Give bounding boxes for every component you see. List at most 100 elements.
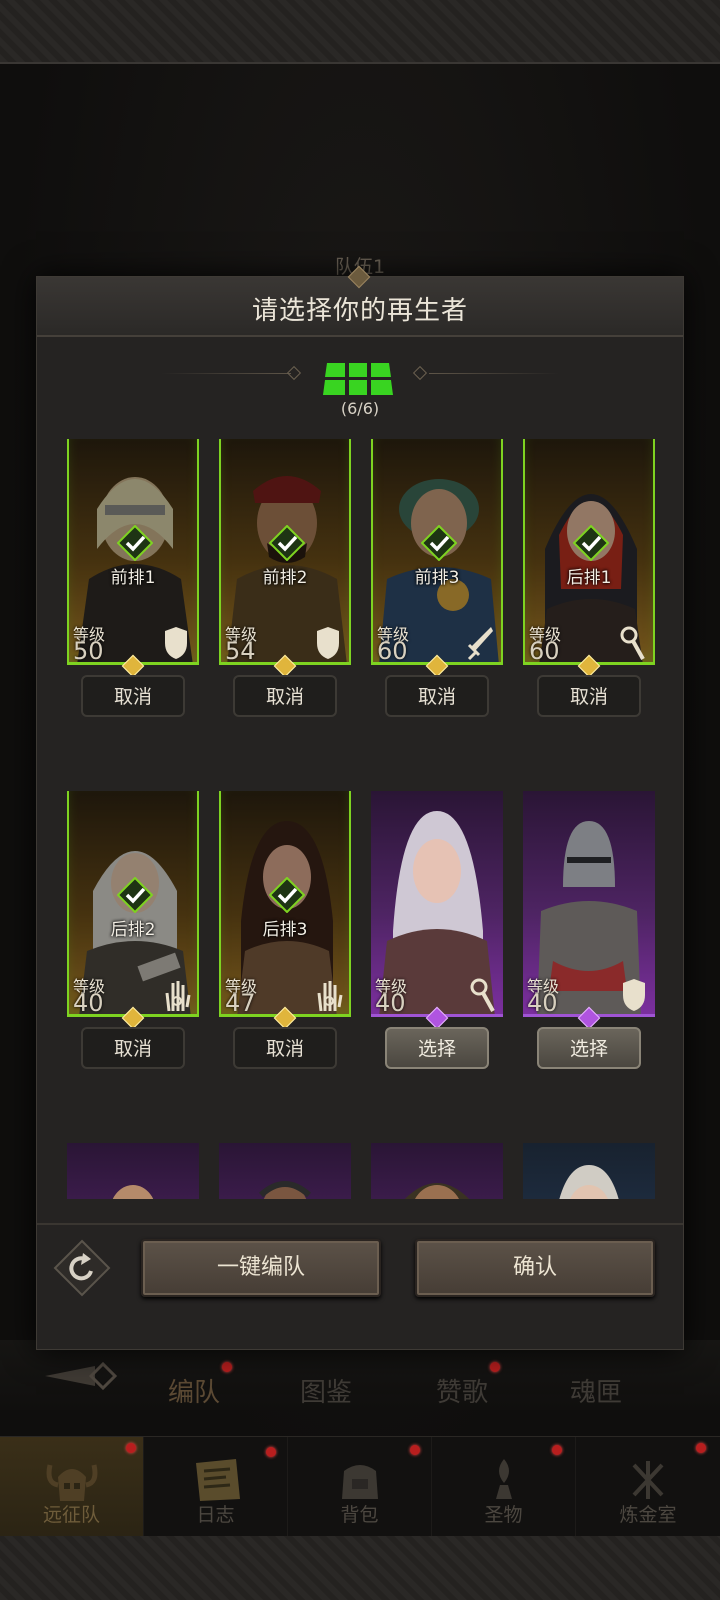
alchemy-icon <box>632 1461 664 1499</box>
level-value: 60 <box>377 637 408 665</box>
level-value: 40 <box>527 989 558 1017</box>
hero-card[interactable]: 前排2 等级 54 <box>219 439 351 678</box>
hero-portrait <box>523 1143 655 1199</box>
position-label: 前排3 <box>414 568 460 588</box>
cancel-button[interactable]: 取消 <box>537 675 641 717</box>
position-label: 后排2 <box>110 920 156 940</box>
confirm-button[interactable]: 确认 <box>415 1239 655 1297</box>
hero-portrait: 等级 40 <box>371 791 503 1017</box>
hero-card[interactable]: 等级 40 <box>371 791 503 1030</box>
hero-card[interactable]: 后排2 等级 40 <box>67 791 199 1030</box>
shield-icon <box>165 627 187 659</box>
backpack-icon <box>341 1465 378 1499</box>
hero-portrait <box>371 1143 503 1199</box>
position-label: 后排3 <box>262 920 308 940</box>
hero-card[interactable] <box>219 1143 351 1199</box>
modal-title: 请选择你的再生者 <box>251 296 468 326</box>
level-value: 50 <box>73 637 104 665</box>
cancel-button[interactable]: 取消 <box>81 675 185 717</box>
check-icon <box>117 877 153 913</box>
shield-icon <box>623 979 645 1011</box>
hero-select-modal: 请选择你的再生者 (6/6) 前排1 等级 50 前排2 等级 54 前排3 等… <box>36 265 684 1350</box>
sword-icon <box>467 627 493 661</box>
nav-badge <box>696 1443 706 1453</box>
level-value: 60 <box>529 637 560 665</box>
select-button[interactable]: 选择 <box>537 1027 641 1069</box>
auto-team-button[interactable]: 一键编队 <box>141 1239 381 1297</box>
hero-card[interactable]: 等级 40 <box>523 791 655 1030</box>
tab-anthem-badge <box>490 1362 500 1372</box>
tab-formation-badge <box>222 1362 232 1372</box>
tab-soul-box[interactable]: 魂匣 <box>570 1372 622 1409</box>
portrait-art <box>111 1185 155 1199</box>
modal-header: 请选择你的再生者 <box>37 265 683 337</box>
nav-badge <box>126 1443 136 1453</box>
hero-portrait: 等级 40 <box>523 791 655 1017</box>
hero-card[interactable]: 前排3 等级 60 <box>371 439 503 678</box>
top-bar <box>0 0 720 64</box>
hero-card[interactable] <box>523 1143 655 1199</box>
formation-count: (6/6) <box>340 399 380 418</box>
hero-portrait <box>67 1143 199 1199</box>
nav-expedition[interactable]: 远征队 <box>0 1437 144 1537</box>
level-value: 40 <box>375 989 406 1017</box>
hero-portrait: 后排2 等级 40 <box>67 791 199 1017</box>
hero-portrait: 后排1 等级 60 <box>523 439 655 665</box>
level-value: 40 <box>73 989 104 1017</box>
hero-card[interactable] <box>371 1143 503 1199</box>
divider-ornament <box>286 365 302 381</box>
portrait-art <box>559 1165 619 1199</box>
formation-grid-icon <box>323 363 393 395</box>
nav-label: 圣物 <box>484 1504 523 1526</box>
position-label: 前排2 <box>262 568 308 588</box>
hero-portrait: 前排2 等级 54 <box>219 439 351 665</box>
journal-icon <box>195 1459 240 1501</box>
staff-icon <box>470 978 495 1012</box>
cancel-button[interactable]: 取消 <box>81 1027 185 1069</box>
check-icon <box>269 877 305 913</box>
hero-portrait: 后排3 等级 47 <box>219 791 351 1017</box>
select-button[interactable]: 选择 <box>385 1027 489 1069</box>
nav-label: 日志 <box>196 1504 235 1526</box>
nav-label: 炼金室 <box>619 1504 677 1526</box>
portrait-art <box>404 1183 470 1199</box>
nav-badge <box>266 1447 276 1457</box>
tab-anthem[interactable]: 赞歌 <box>436 1372 488 1409</box>
check-icon <box>573 525 609 561</box>
check-icon <box>117 525 153 561</box>
level-value: 47 <box>225 989 256 1017</box>
relic-icon <box>495 1459 512 1499</box>
level-value: 54 <box>225 637 256 665</box>
nav-label: 远征队 <box>42 1504 100 1526</box>
back-arrow-icon[interactable] <box>45 1356 125 1396</box>
check-icon <box>269 525 305 561</box>
portrait-art <box>258 1181 312 1199</box>
reset-button[interactable] <box>53 1239 111 1297</box>
cancel-button[interactable]: 取消 <box>233 1027 337 1069</box>
hero-card[interactable] <box>67 1143 199 1199</box>
divider <box>429 373 559 374</box>
check-icon <box>421 525 457 561</box>
tab-codex[interactable]: 图鉴 <box>300 1372 352 1409</box>
footer-strip <box>0 1536 720 1600</box>
hero-card[interactable]: 后排3 等级 47 <box>219 791 351 1030</box>
shield-icon <box>317 627 339 659</box>
nav-label: 背包 <box>340 1504 379 1526</box>
palm-icon <box>317 981 343 1012</box>
hero-card[interactable]: 后排1 等级 60 <box>523 439 655 678</box>
cancel-button[interactable]: 取消 <box>233 675 337 717</box>
position-label: 前排1 <box>110 568 156 588</box>
hero-card[interactable]: 前排1 等级 50 <box>67 439 199 678</box>
bottom-nav: 远征队 日志 背包 圣物 炼金室 <box>0 1436 720 1537</box>
divider-ornament <box>412 365 428 381</box>
palm-icon <box>165 981 191 1012</box>
tab-formation[interactable]: 编队 <box>168 1372 220 1409</box>
nav-badge <box>410 1445 420 1455</box>
staff-icon <box>620 626 645 660</box>
position-label: 后排1 <box>566 568 612 588</box>
footer-divider <box>37 1223 683 1225</box>
helmet-icon <box>46 1464 97 1501</box>
hero-grid: 前排1 等级 50 前排2 等级 54 前排3 等级 60 后排1 等级 60 … <box>37 427 683 1199</box>
cancel-button[interactable]: 取消 <box>385 675 489 717</box>
hero-portrait <box>219 1143 351 1199</box>
